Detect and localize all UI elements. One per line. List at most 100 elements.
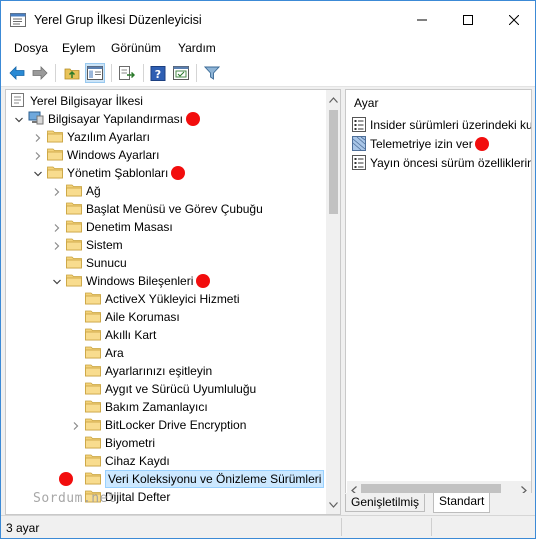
tree-item-label: BitLocker Drive Encryption: [105, 418, 247, 432]
tree-item[interactable]: Ara: [6, 344, 326, 362]
status-bar: 3 ayar: [1, 515, 535, 538]
back-arrow-icon: [9, 66, 25, 80]
tree-item-label: Windows Ayarları: [67, 148, 160, 162]
tab-extended[interactable]: Genişletilmiş: [345, 494, 426, 512]
menu-dosya[interactable]: Dosya: [14, 41, 48, 55]
maximize-button[interactable]: [445, 1, 491, 39]
tree-item[interactable]: Bilgisayar Yapılandırması: [6, 110, 326, 128]
folder-icon: [85, 453, 101, 468]
folder-icon: [66, 183, 82, 198]
help-button[interactable]: ?: [148, 63, 168, 83]
folder-icon: [85, 381, 101, 396]
tree-item[interactable]: Bakım Zamanlayıcı: [6, 398, 326, 416]
expanded-chevron-icon[interactable]: [52, 276, 62, 286]
setting-row[interactable]: Insider sürümleri üzerindeki ku: [350, 116, 531, 134]
folder-icon: [66, 219, 82, 234]
folder-icon: [85, 345, 101, 360]
tree-item-label: ActiveX Yükleyici Hizmeti: [105, 292, 240, 306]
expanded-chevron-icon[interactable]: [33, 168, 43, 178]
console-tree[interactable]: Yerel Bilgisayar İlkesi Bilgisayar Yapıla…: [5, 89, 341, 515]
setting-icon: [352, 155, 366, 170]
red-marker-dot: [186, 112, 200, 126]
folder-icon: [85, 399, 101, 414]
tree-item-label: Ayarlarınızı eşitleyin: [105, 364, 213, 378]
tree-item[interactable]: Windows Ayarları: [6, 146, 326, 164]
collapsed-chevron-icon[interactable]: [52, 240, 62, 250]
filter-icon: [204, 66, 220, 80]
tree-item-label: Windows Bileşenleri: [86, 274, 194, 288]
show-hide-tree-button[interactable]: [85, 63, 105, 83]
tree-vertical-scrollbar[interactable]: [326, 90, 340, 514]
collapsed-chevron-icon[interactable]: [33, 132, 43, 142]
close-icon: [509, 15, 519, 25]
tree-item-label: Cihaz Kaydı: [105, 454, 170, 468]
tree-item-label: Biyometri: [105, 436, 156, 450]
folder-icon: [47, 129, 63, 144]
setting-row[interactable]: Yayın öncesi sürüm özelliklerin: [350, 154, 531, 172]
setting-icon: [352, 117, 366, 132]
tree-item-label: Yazılım Ayarları: [67, 130, 150, 144]
status-text: 3 ayar: [6, 521, 40, 535]
menu-gorunum[interactable]: Görünüm: [111, 41, 161, 55]
tree-item[interactable]: Windows Bileşenleri: [6, 272, 326, 290]
filter-button[interactable]: [202, 63, 222, 83]
settings-pane[interactable]: Ayar Insider sürümleri üzerindeki ku Tele…: [345, 89, 532, 515]
tree-item[interactable]: Cihaz Kaydı: [6, 452, 326, 470]
forward-button[interactable]: [30, 63, 50, 83]
setting-row[interactable]: Telemetriye izin ver: [350, 135, 531, 153]
maximize-icon: [463, 15, 473, 25]
close-button[interactable]: [491, 1, 536, 39]
tree-item[interactable]: Veri Koleksiyonu ve Önizleme Sürümleri: [6, 470, 326, 488]
scroll-down-arrow-icon[interactable]: [329, 500, 338, 509]
folder-icon: [47, 165, 63, 180]
properties-button[interactable]: [171, 63, 191, 83]
back-button[interactable]: [7, 63, 27, 83]
tree-item-label: Başlat Menüsü ve Görev Çubuğu: [86, 202, 263, 216]
expanded-chevron-icon[interactable]: [14, 114, 24, 124]
tree-item[interactable]: Aile Koruması: [6, 308, 326, 326]
menu-yardim[interactable]: Yardım: [178, 41, 216, 55]
tree-item[interactable]: Sistem: [6, 236, 326, 254]
minimize-button[interactable]: [399, 1, 445, 39]
up-level-button[interactable]: [62, 63, 82, 83]
tree-item[interactable]: Ayarlarınızı eşitleyin: [6, 362, 326, 380]
group-policy-app-icon: [10, 13, 26, 27]
scroll-up-arrow-icon[interactable]: [329, 95, 338, 104]
tree-item[interactable]: Denetim Masası: [6, 218, 326, 236]
folder-icon: [85, 417, 101, 432]
collapsed-chevron-icon[interactable]: [33, 150, 43, 160]
folder-icon: [66, 237, 82, 252]
collapsed-chevron-icon[interactable]: [52, 222, 62, 232]
toolbar-separator: [196, 64, 197, 82]
tab-standard[interactable]: Standart: [433, 493, 491, 513]
tree-item-label: Sistem: [86, 238, 123, 252]
tree-item[interactable]: Yazılım Ayarları: [6, 128, 326, 146]
tree-item[interactable]: Aygıt ve Sürücü Uyumluluğu: [6, 380, 326, 398]
menu-eylem[interactable]: Eylem: [62, 41, 95, 55]
tree-item[interactable]: Ağ: [6, 182, 326, 200]
red-marker-dot: [59, 472, 73, 486]
tree-item-label: Ara: [105, 346, 124, 360]
folder-icon: [47, 147, 63, 162]
view-tabs: Genişletilmiş Standart: [345, 493, 532, 515]
tree-item[interactable]: Akıllı Kart: [6, 326, 326, 344]
settings-column-header: Ayar: [354, 96, 379, 110]
export-list-button[interactable]: [117, 63, 137, 83]
tree-item[interactable]: Sunucu: [6, 254, 326, 272]
scroll-thumb[interactable]: [329, 110, 338, 214]
collapsed-chevron-icon[interactable]: [71, 420, 81, 430]
folder-icon: [85, 435, 101, 450]
title-bar[interactable]: Yerel Grup İlkesi Düzenleyicisi: [1, 1, 535, 39]
scroll-thumb[interactable]: [361, 484, 501, 493]
tree-item-label: Aygıt ve Sürücü Uyumluluğu: [105, 382, 257, 396]
tree-item[interactable]: Biyometri: [6, 434, 326, 452]
collapsed-chevron-icon[interactable]: [52, 186, 62, 196]
tree-item[interactable]: Yönetim Şablonları: [6, 164, 326, 182]
tree-root[interactable]: Yerel Bilgisayar İlkesi: [6, 92, 326, 110]
tree-item[interactable]: Başlat Menüsü ve Görev Çubuğu: [6, 200, 326, 218]
tree-item[interactable]: ActiveX Yükleyici Hizmeti: [6, 290, 326, 308]
folder-icon: [66, 201, 82, 216]
setting-label: Telemetriye izin ver: [370, 137, 473, 151]
tree-item[interactable]: BitLocker Drive Encryption: [6, 416, 326, 434]
tree-item-label: Veri Koleksiyonu ve Önizleme Sürümleri: [105, 470, 325, 488]
